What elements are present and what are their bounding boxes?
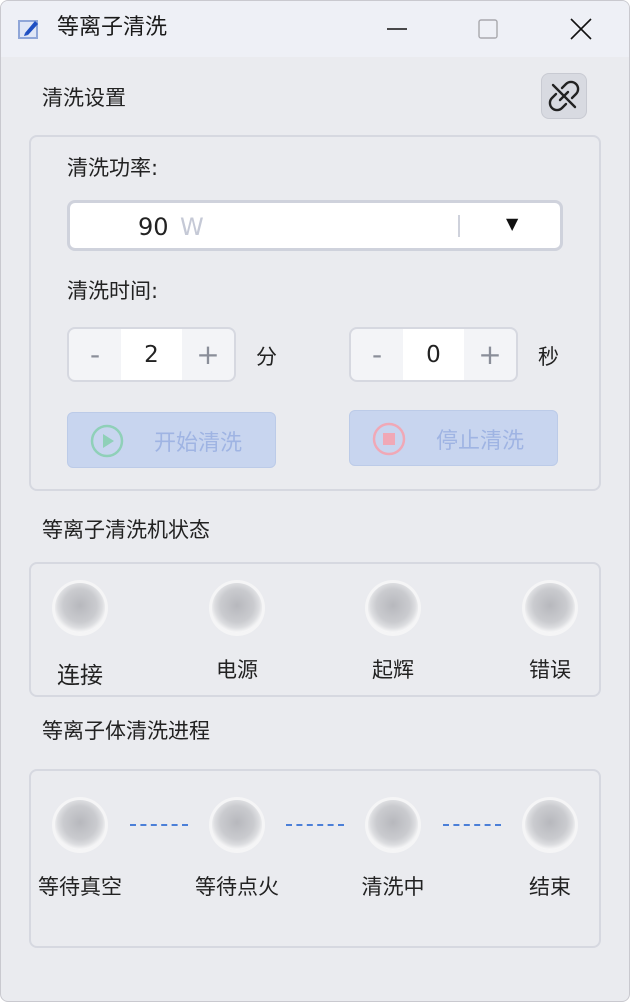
start-clean-label: 开始清洗 <box>154 431 243 456</box>
step-wait-vacuum-indicator <box>55 800 105 850</box>
stop-clean-label: 停止清洗 <box>436 429 525 454</box>
power-label: 清洗功率: <box>67 156 159 180</box>
seconds-increment-button[interactable]: + <box>464 329 516 380</box>
minutes-stepper[interactable]: - 2 + <box>67 327 236 382</box>
window-title: 等离子清洗 <box>57 15 168 40</box>
dropdown-arrow-icon[interactable]: ▼ <box>506 214 518 233</box>
step-wait-ignition-label: 等待点火 <box>195 875 279 899</box>
progress-section-title: 等离子体清洗进程 <box>42 719 210 743</box>
minutes-increment-button[interactable]: + <box>182 329 234 380</box>
app-icon <box>18 20 38 39</box>
step-wait-ignition-indicator <box>212 800 262 850</box>
stop-icon <box>372 422 406 456</box>
stop-clean-button[interactable]: 停止清洗 <box>349 410 558 466</box>
minutes-decrement-button[interactable]: - <box>69 329 121 380</box>
time-label: 清洗时间: <box>67 279 159 303</box>
close-button[interactable] <box>551 9 611 49</box>
seconds-decrement-button[interactable]: - <box>351 329 403 380</box>
combo-separator <box>458 215 460 237</box>
maximize-button[interactable] <box>458 9 518 49</box>
step-wait-vacuum-label: 等待真空 <box>38 875 122 899</box>
unlink-icon <box>548 80 580 112</box>
power-label-status: 电源 <box>216 658 258 682</box>
title-bar: 等离子清洗 <box>1 1 629 57</box>
maximize-icon <box>478 19 498 39</box>
step-cleaning-indicator <box>368 800 418 850</box>
power-unit: W <box>180 213 204 241</box>
minutes-unit: 分 <box>256 345 277 369</box>
step-finished-indicator <box>525 800 575 850</box>
step-connector <box>286 824 344 826</box>
seconds-unit: 秒 <box>538 345 559 369</box>
ignition-label: 起辉 <box>372 658 414 682</box>
settings-section-title: 清洗设置 <box>42 86 126 110</box>
power-value: 90 <box>138 213 169 241</box>
minimize-icon <box>387 28 407 30</box>
connection-indicator <box>55 583 105 633</box>
connection-label: 连接 <box>57 663 103 689</box>
close-icon <box>570 18 592 40</box>
ignition-indicator <box>368 583 418 633</box>
play-icon <box>90 424 124 458</box>
start-clean-button[interactable]: 开始清洗 <box>67 412 276 468</box>
plasma-clean-window: 等离子清洗 清洗设置 清洗功率: 90 W ▼ 清洗时间: - 2 + 分 - … <box>0 0 630 1002</box>
step-connector <box>130 824 188 826</box>
disconnect-button[interactable] <box>541 73 587 119</box>
seconds-stepper[interactable]: - 0 + <box>349 327 518 382</box>
power-select[interactable]: 90 W ▼ <box>67 200 563 251</box>
power-indicator <box>212 583 262 633</box>
seconds-value[interactable]: 0 <box>403 329 464 380</box>
error-indicator <box>525 583 575 633</box>
minutes-value[interactable]: 2 <box>121 329 182 380</box>
step-connector <box>443 824 501 826</box>
step-finished-label: 结束 <box>529 875 571 899</box>
status-section-title: 等离子清洗机状态 <box>42 518 210 542</box>
step-cleaning-label: 清洗中 <box>361 875 425 899</box>
minimize-button[interactable] <box>367 9 427 49</box>
progress-panel <box>29 769 601 948</box>
error-label: 错误 <box>529 658 571 682</box>
